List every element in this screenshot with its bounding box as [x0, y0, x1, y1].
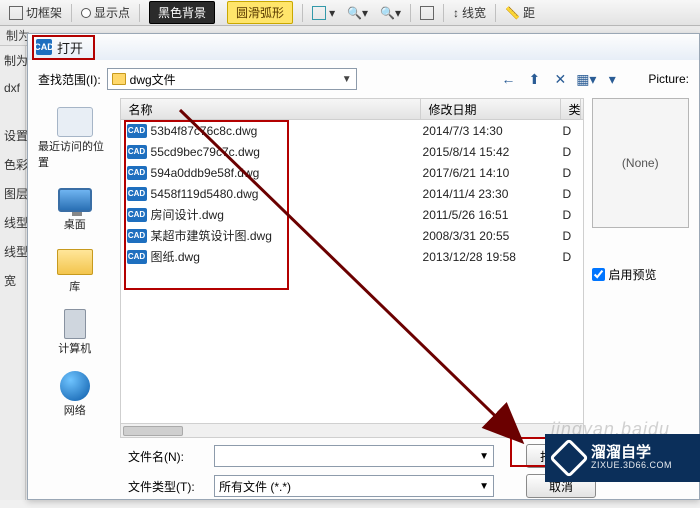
file-row[interactable]: CAD房间设计.dwg2011/5/26 16:51D: [121, 204, 583, 225]
preview-pane: (None) 启用预览: [592, 98, 689, 438]
side-item[interactable]: 线型: [0, 237, 25, 266]
file-list: 名称 修改日期 类 CAD53b4f87c76c8c.dwg2014/7/3 1…: [120, 98, 584, 438]
tool-generic-1[interactable]: ▾: [307, 4, 340, 22]
app-toolbar: 切框架 显示点 黑色背景 圆滑弧形 ▾ 🔍▾ 🔍▾ ↕ 线宽 📏距: [0, 0, 700, 26]
up-icon[interactable]: ⬆: [524, 69, 544, 89]
lookin-row: 查找范围(I): dwg文件 ▼ ← ⬆ ✕ ▦▾ ▾ Picture:: [28, 60, 699, 98]
place-recent[interactable]: 最近访问的位置: [38, 102, 112, 174]
file-row[interactable]: CAD5458f119d5480.dwg2014/11/4 23:30D: [121, 183, 583, 204]
col-type[interactable]: 类: [561, 99, 581, 119]
side-item[interactable]: dxf: [0, 75, 25, 101]
folder-icon: [112, 73, 126, 85]
side-item[interactable]: 色彩: [0, 150, 25, 179]
col-name[interactable]: 名称: [121, 99, 421, 119]
col-date[interactable]: 修改日期: [421, 99, 561, 119]
back-icon[interactable]: ←: [498, 69, 518, 89]
place-desktop[interactable]: 桌面: [38, 180, 112, 236]
tool-frame[interactable]: 切框架: [4, 2, 67, 23]
side-item[interactable]: 宽: [0, 266, 25, 295]
side-item[interactable]: 设置: [0, 121, 25, 150]
file-row[interactable]: CAD55cd9bec79c7c.dwg2015/8/14 15:42D: [121, 141, 583, 162]
tool-showpoint[interactable]: 显示点: [76, 2, 135, 23]
side-item[interactable]: 线型: [0, 208, 25, 237]
tool-smooth-arc[interactable]: 圆滑弧形: [222, 0, 298, 26]
brand-badge: 溜溜自学 ZIXUE.3D66.COM: [545, 434, 700, 482]
lookin-value: dwg文件: [130, 71, 176, 88]
chevron-down-icon: ▼: [342, 74, 352, 85]
brand-cn: 溜溜自学: [591, 445, 672, 462]
file-row[interactable]: CAD图纸.dwg2013/12/28 19:58D: [121, 246, 583, 267]
place-library[interactable]: 库: [38, 242, 112, 298]
filename-label: 文件名(N):: [128, 448, 208, 465]
delete-icon[interactable]: ✕: [550, 69, 570, 89]
filetype-combo[interactable]: 所有文件 (*.*)▼: [214, 475, 494, 497]
brand-en: ZIXUE.3D66.COM: [591, 461, 672, 471]
list-body[interactable]: CAD53b4f87c76c8c.dwg2014/7/3 14:30D CAD5…: [120, 120, 584, 438]
file-row[interactable]: CAD某超市建筑设计图.dwg2008/3/31 20:55D: [121, 225, 583, 246]
tool-linewidth[interactable]: ↕ 线宽: [448, 2, 491, 23]
view-icon[interactable]: ▦▾: [576, 69, 596, 89]
enable-preview-check[interactable]: 启用预览: [592, 266, 689, 283]
brand-logo-icon: [549, 438, 589, 478]
side-item[interactable]: 图层: [0, 179, 25, 208]
dialog-titlebar: CAD 打开: [28, 34, 699, 60]
enable-preview-checkbox[interactable]: [592, 268, 605, 281]
place-network[interactable]: 网络: [38, 366, 112, 422]
tool-distance[interactable]: 📏距: [500, 2, 540, 23]
lookin-label: 查找范围(I):: [38, 71, 101, 88]
tool-generic-2[interactable]: [415, 4, 439, 22]
lookin-combo[interactable]: dwg文件 ▼: [107, 68, 357, 90]
cad-icon: CAD: [36, 39, 52, 55]
tool-black-bg[interactable]: 黑色背景: [144, 0, 220, 26]
tool-zoom-in[interactable]: 🔍▾: [342, 4, 373, 22]
tool-zoom-out[interactable]: 🔍▾: [375, 4, 406, 22]
places-bar: 最近访问的位置 桌面 库 计算机 网络: [38, 98, 112, 438]
file-row[interactable]: CAD53b4f87c76c8c.dwg2014/7/3 14:30D: [121, 120, 583, 141]
h-scrollbar[interactable]: [121, 423, 583, 437]
file-row[interactable]: CAD594a0ddb9e58f.dwg2017/6/21 14:10D: [121, 162, 583, 183]
picture-label: Picture:: [648, 72, 689, 86]
filetype-label: 文件类型(T):: [128, 478, 208, 495]
left-sidebar: 制为 dxf 设置 色彩 图层 线型 线型 宽: [0, 46, 26, 500]
open-file-dialog: CAD 打开 查找范围(I): dwg文件 ▼ ← ⬆ ✕ ▦▾ ▾ Pictu…: [27, 33, 700, 500]
side-item[interactable]: 制为: [0, 46, 25, 75]
filename-input[interactable]: ▼: [214, 445, 494, 467]
list-header: 名称 修改日期 类: [120, 98, 584, 120]
place-computer[interactable]: 计算机: [38, 304, 112, 360]
preview-box: (None): [592, 98, 689, 228]
dialog-title: 打开: [57, 38, 83, 57]
tools-icon[interactable]: ▾: [602, 69, 622, 89]
